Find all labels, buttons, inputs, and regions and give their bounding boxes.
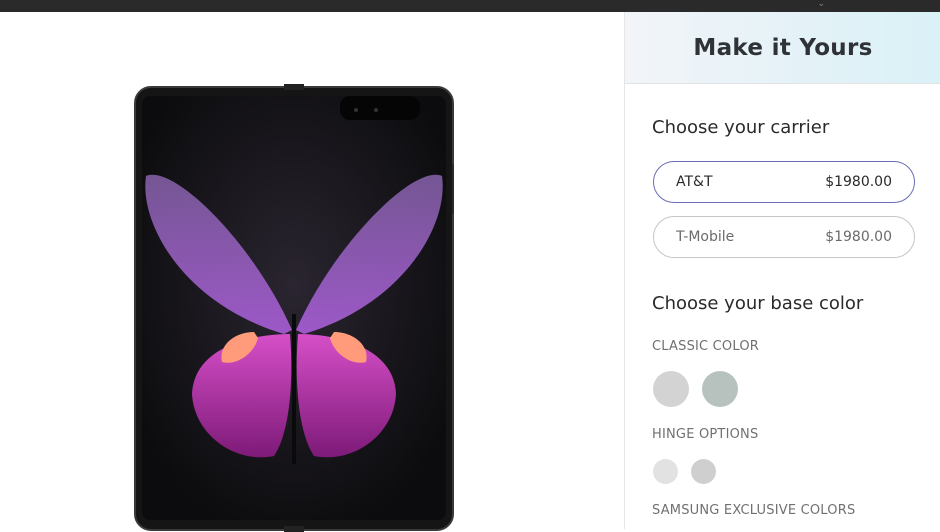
carrier-option-att[interactable]: AT&T $1980.00: [653, 161, 915, 203]
color-swatch-sage[interactable]: [702, 371, 738, 407]
carrier-name: AT&T: [676, 174, 713, 190]
product-gallery: [0, 12, 624, 532]
product-image: [134, 84, 454, 532]
panel-title: Make it Yours: [693, 34, 873, 61]
galaxy-fold-image: [134, 84, 454, 532]
carrier-heading: Choose your carrier: [652, 117, 830, 138]
hinge-swatch-gray[interactable]: [691, 459, 716, 484]
configurator-panel: Make it Yours Choose your carrier AT&T $…: [624, 12, 940, 529]
exclusive-colors-label: SAMSUNG EXCLUSIVE COLORS: [652, 503, 856, 518]
carrier-price: $1980.00: [825, 229, 892, 245]
carrier-price: $1980.00: [825, 174, 892, 190]
color-swatch-silver[interactable]: [653, 371, 689, 407]
classic-color-label: CLASSIC COLOR: [652, 339, 760, 354]
base-color-heading: Choose your base color: [652, 293, 864, 314]
hinge-options-label: HINGE OPTIONS: [652, 427, 759, 442]
dropdown-icon[interactable]: ⌄: [817, 0, 825, 9]
carrier-option-tmobile[interactable]: T-Mobile $1980.00: [653, 216, 915, 258]
hinge-swatch-light[interactable]: [653, 459, 678, 484]
top-bar: ⌄: [0, 0, 940, 12]
carrier-name: T-Mobile: [676, 229, 735, 245]
panel-header: Make it Yours: [625, 12, 940, 84]
